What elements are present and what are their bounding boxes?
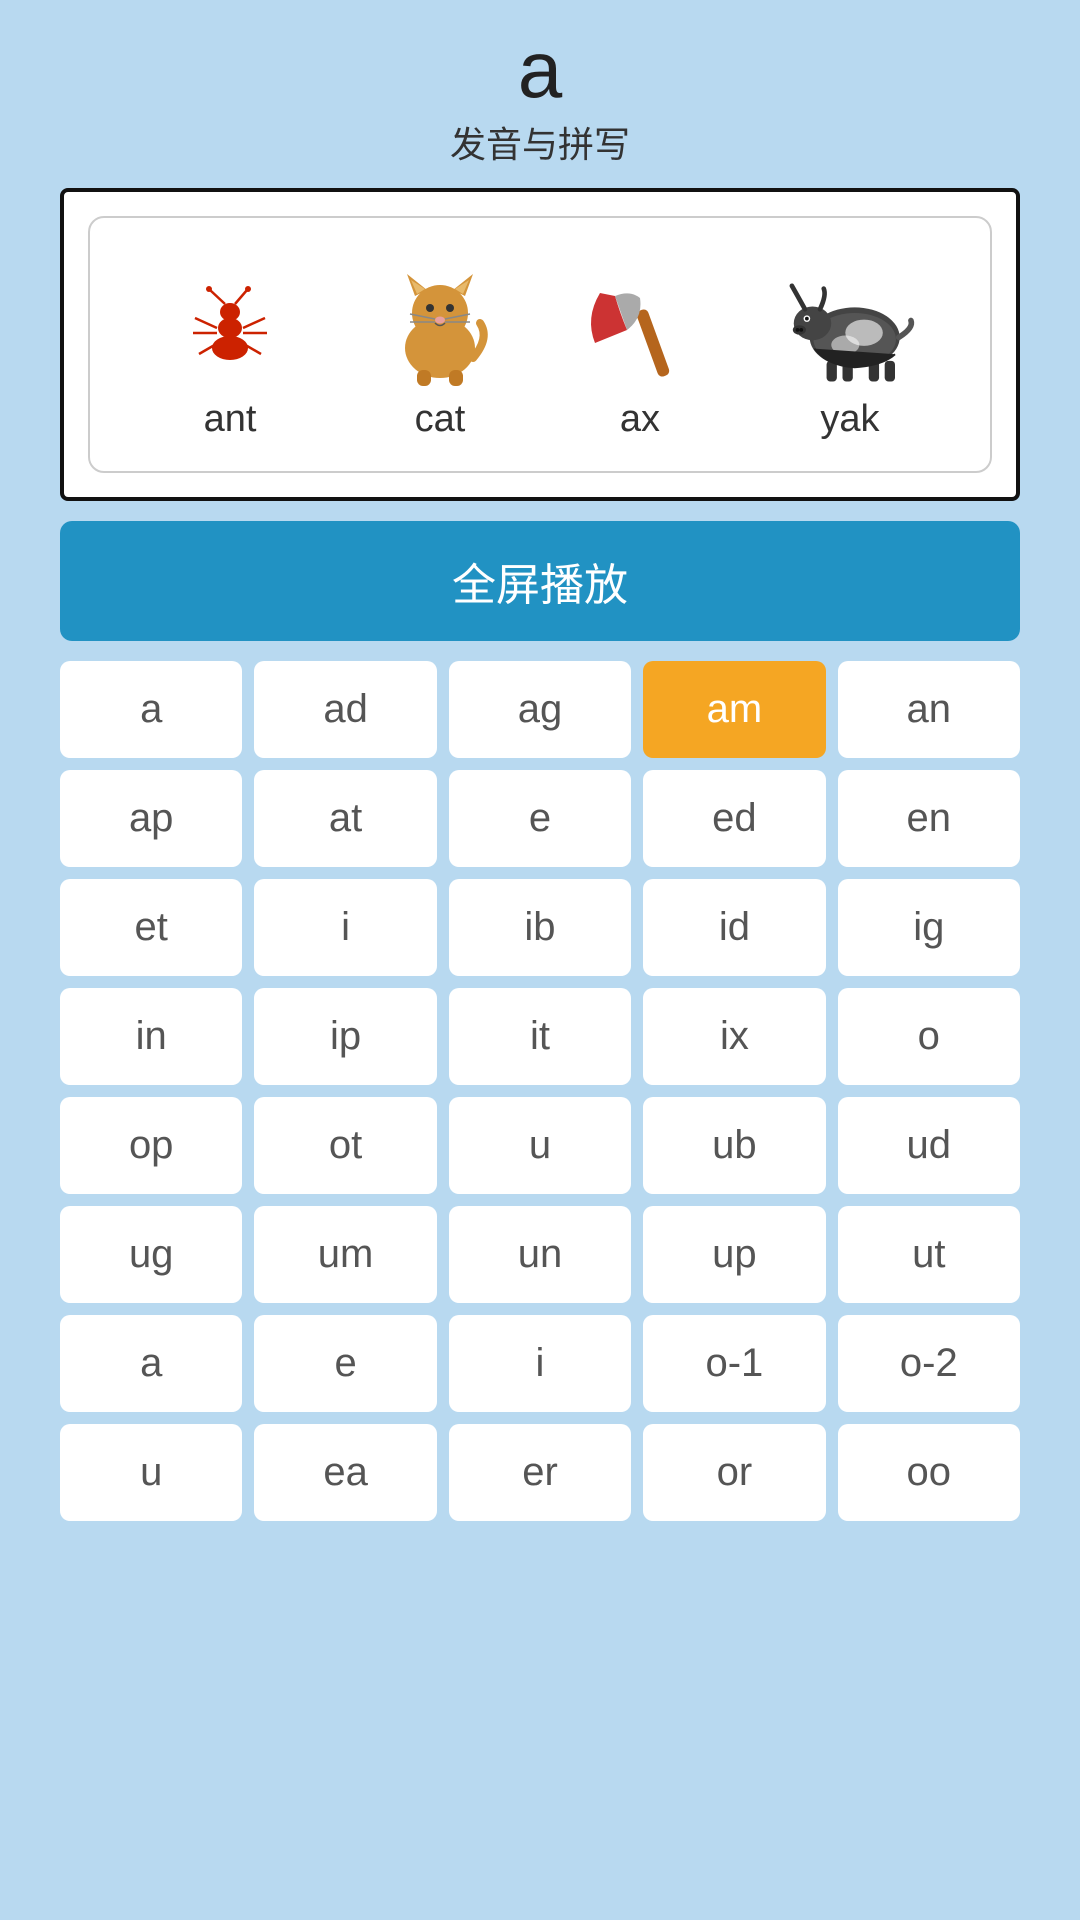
grid-item-ip-16[interactable]: ip bbox=[254, 988, 436, 1085]
grid-item-ug-25[interactable]: ug bbox=[60, 1206, 242, 1303]
ant-label: ant bbox=[204, 398, 257, 441]
yak-label: yak bbox=[820, 398, 879, 441]
grid-item-et-10[interactable]: et bbox=[60, 879, 242, 976]
grid-item-o-19[interactable]: o bbox=[838, 988, 1020, 1085]
grid-item-ag-2[interactable]: ag bbox=[449, 661, 631, 758]
image-card-container: ant bbox=[60, 188, 1020, 501]
fullscreen-button[interactable]: 全屏播放 bbox=[60, 521, 1020, 641]
subtitle: 发音与拼写 bbox=[20, 116, 1060, 168]
grid-item-er-37[interactable]: er bbox=[449, 1424, 631, 1521]
grid-item-ud-24[interactable]: ud bbox=[838, 1097, 1020, 1194]
grid-item-a-30[interactable]: a bbox=[60, 1315, 242, 1412]
ax-icon bbox=[575, 278, 705, 388]
grid-item-oo-39[interactable]: oo bbox=[838, 1424, 1020, 1521]
yak-icon bbox=[775, 268, 925, 388]
grid-section: aadagamanapateedenetiibidiginipitixoopot… bbox=[60, 661, 1020, 1541]
grid-item-u-35[interactable]: u bbox=[60, 1424, 242, 1521]
grid-item-ad-1[interactable]: ad bbox=[254, 661, 436, 758]
cat-label: cat bbox=[415, 398, 466, 441]
grid-item-e-31[interactable]: e bbox=[254, 1315, 436, 1412]
grid-item-ib-12[interactable]: ib bbox=[449, 879, 631, 976]
grid-item-um-26[interactable]: um bbox=[254, 1206, 436, 1303]
phonics-grid: aadagamanapateedenetiibidiginipitixoopot… bbox=[60, 661, 1020, 1541]
ant-icon bbox=[155, 278, 305, 388]
grid-item-an-4[interactable]: an bbox=[838, 661, 1020, 758]
animals-row: ant bbox=[120, 238, 960, 441]
animal-ant: ant bbox=[155, 278, 305, 441]
grid-item-it-17[interactable]: it bbox=[449, 988, 631, 1085]
main-letter: a bbox=[20, 30, 1060, 110]
animal-yak: yak bbox=[775, 268, 925, 441]
grid-item-i-11[interactable]: i bbox=[254, 879, 436, 976]
animal-ax: ax bbox=[575, 278, 705, 441]
grid-item-up-28[interactable]: up bbox=[643, 1206, 825, 1303]
grid-item-ix-18[interactable]: ix bbox=[643, 988, 825, 1085]
grid-item-ub-23[interactable]: ub bbox=[643, 1097, 825, 1194]
grid-item-ot-21[interactable]: ot bbox=[254, 1097, 436, 1194]
image-card: ant bbox=[88, 216, 992, 473]
grid-item-o-2-34[interactable]: o-2 bbox=[838, 1315, 1020, 1412]
grid-item-op-20[interactable]: op bbox=[60, 1097, 242, 1194]
grid-item-o-1-33[interactable]: o-1 bbox=[643, 1315, 825, 1412]
grid-item-ea-36[interactable]: ea bbox=[254, 1424, 436, 1521]
grid-item-at-6[interactable]: at bbox=[254, 770, 436, 867]
cat-icon bbox=[375, 258, 505, 388]
grid-item-a-0[interactable]: a bbox=[60, 661, 242, 758]
grid-item-u-22[interactable]: u bbox=[449, 1097, 631, 1194]
grid-item-e-7[interactable]: e bbox=[449, 770, 631, 867]
grid-item-i-32[interactable]: i bbox=[449, 1315, 631, 1412]
grid-item-id-13[interactable]: id bbox=[643, 879, 825, 976]
grid-item-un-27[interactable]: un bbox=[449, 1206, 631, 1303]
grid-item-am-3[interactable]: am bbox=[643, 661, 825, 758]
header: a 发音与拼写 bbox=[0, 0, 1080, 178]
grid-item-ut-29[interactable]: ut bbox=[838, 1206, 1020, 1303]
grid-item-en-9[interactable]: en bbox=[838, 770, 1020, 867]
grid-item-in-15[interactable]: in bbox=[60, 988, 242, 1085]
grid-item-or-38[interactable]: or bbox=[643, 1424, 825, 1521]
animal-cat: cat bbox=[375, 258, 505, 441]
grid-item-ed-8[interactable]: ed bbox=[643, 770, 825, 867]
ax-label: ax bbox=[620, 398, 660, 441]
grid-item-ap-5[interactable]: ap bbox=[60, 770, 242, 867]
grid-item-ig-14[interactable]: ig bbox=[838, 879, 1020, 976]
